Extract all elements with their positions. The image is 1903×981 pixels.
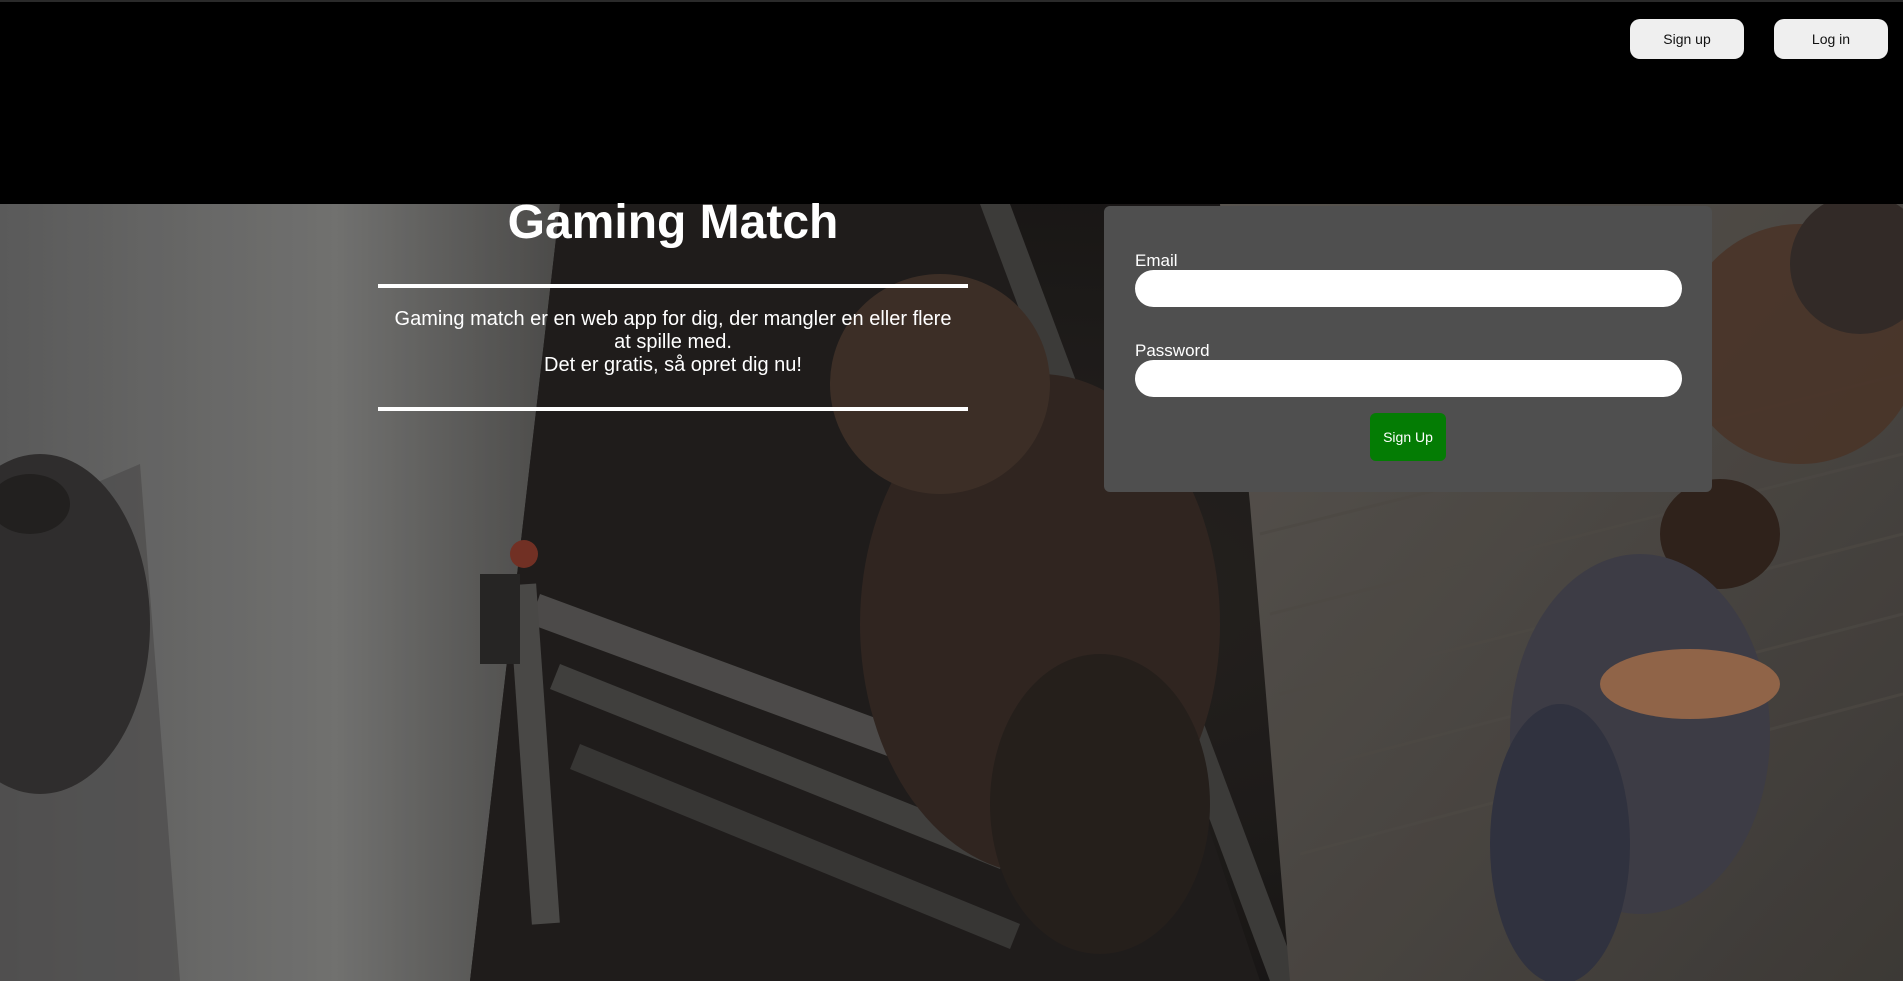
page: Sign up Log in Gaming Match Gaming match…: [0, 0, 1903, 981]
password-field[interactable]: [1135, 360, 1682, 397]
signup-nav-button[interactable]: Sign up: [1630, 19, 1744, 59]
page-title: Gaming Match: [507, 196, 839, 249]
hero-divider-bottom: [378, 407, 968, 411]
password-label: Password: [1135, 341, 1210, 360]
hero-description-line-2: Det er gratis, så opret dig nu!: [544, 354, 802, 376]
signup-submit-button[interactable]: Sign Up: [1370, 413, 1446, 461]
email-label: Email: [1135, 251, 1178, 270]
email-field[interactable]: [1135, 270, 1682, 307]
login-nav-button[interactable]: Log in: [1774, 19, 1888, 59]
hero-section: Gaming Match Gaming match er en web app …: [378, 190, 968, 411]
top-header: Sign up Log in: [0, 0, 1903, 204]
hero-description-line-1: Gaming match er en web app for dig, der …: [394, 308, 952, 353]
submit-wrapper: Sign Up: [1135, 413, 1681, 461]
hero-description: Gaming match er en web app for dig, der …: [384, 308, 962, 377]
signup-form-panel: Email Password Sign Up: [1104, 206, 1712, 492]
hero-divider-top: [378, 284, 968, 288]
